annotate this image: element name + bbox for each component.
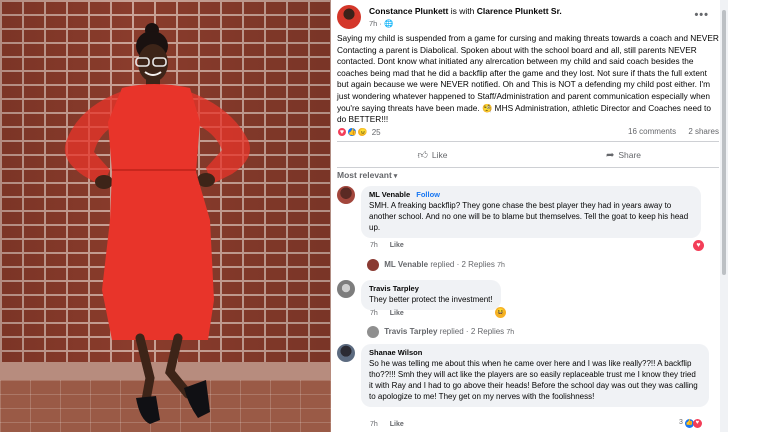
- angry-reaction-icon: 😠: [357, 127, 368, 137]
- comment-text: They better protect the investment!: [369, 295, 493, 304]
- author-avatar[interactable]: [337, 5, 361, 29]
- commenter-avatar[interactable]: [337, 344, 355, 362]
- comment-actions: 7h Like: [370, 310, 404, 317]
- commenter-name[interactable]: Travis Tarpley: [369, 284, 493, 293]
- comment-time[interactable]: 7h: [370, 242, 378, 249]
- post-time[interactable]: 7h: [369, 19, 377, 28]
- comment-text: SMH. A freaking backflip? They gone chas…: [369, 201, 689, 232]
- reaction-count: 25: [371, 127, 381, 137]
- more-options-icon[interactable]: •••: [694, 9, 709, 21]
- comment-time[interactable]: 7h: [370, 310, 378, 317]
- comment-actions: 7h Like: [370, 242, 404, 249]
- commenter-avatar[interactable]: [337, 186, 355, 204]
- commenter-avatar[interactable]: [337, 280, 355, 298]
- globe-icon: 🌐: [384, 19, 394, 28]
- comment-time[interactable]: 7h: [370, 421, 378, 428]
- follow-link[interactable]: Follow: [416, 190, 440, 199]
- comment-bubble: Shanae Wilson So he was telling me about…: [361, 344, 709, 407]
- view-replies-link[interactable]: Travis Tarpley replied · 2 Replies 7h: [367, 326, 514, 338]
- shares-count-link[interactable]: 2 shares: [688, 127, 719, 136]
- post-meta: 7h · 🌐: [369, 19, 394, 28]
- view-replies-link[interactable]: ML Venable replied · 2 Replies 7h: [367, 259, 505, 271]
- thumbs-up-icon: 👍︎: [417, 150, 428, 161]
- share-button[interactable]: ➦ Share: [528, 144, 719, 166]
- like-button[interactable]: 👍︎ Like: [337, 144, 528, 166]
- comment-actions: 7h Like: [370, 421, 404, 428]
- like-reaction-icon: 👍: [347, 127, 358, 137]
- author-name[interactable]: Constance Plunkett: [369, 6, 448, 16]
- post-header: Constance Plunkett is with Clarence Plun…: [337, 5, 717, 31]
- tagged-name[interactable]: Clarence Plunkett Sr.: [477, 6, 562, 16]
- chevron-down-icon: ▾: [393, 173, 398, 180]
- love-reaction-icon: ♥: [693, 240, 704, 251]
- commenter-name[interactable]: Shanae Wilson: [369, 348, 701, 357]
- reply-avatar: [367, 326, 379, 338]
- post-photo[interactable]: [0, 0, 331, 432]
- comment: Shanae Wilson So he was telling me about…: [337, 344, 719, 432]
- share-arrow-icon: ➦: [605, 150, 615, 161]
- comment-like-link[interactable]: Like: [390, 242, 404, 249]
- facebook-post: Constance Plunkett is with Clarence Plun…: [331, 0, 720, 432]
- divider: [337, 141, 719, 142]
- post-body: Saying my child is suspended from a game…: [337, 33, 719, 125]
- scrollbar-thumb[interactable]: [722, 10, 726, 275]
- comment: ML Venable Follow SMH. A freaking backfl…: [337, 186, 719, 276]
- post-actions: 👍︎ Like ➦ Share: [337, 144, 719, 166]
- comment-bubble: ML Venable Follow SMH. A freaking backfl…: [361, 186, 701, 238]
- love-reaction-icon: ♥: [692, 419, 702, 428]
- comment: Travis Tarpley They better protect the i…: [337, 280, 719, 340]
- scrollbar[interactable]: [720, 0, 728, 432]
- love-reaction-icon: ♥: [337, 127, 347, 137]
- laugh-reaction-icon: 😆: [495, 307, 506, 318]
- comments-count-link[interactable]: 16 comments: [628, 127, 676, 136]
- comment-like-link[interactable]: Like: [390, 421, 404, 428]
- commenter-name[interactable]: ML Venable: [369, 190, 410, 199]
- comment-sort-dropdown[interactable]: Most relevant ▾: [337, 170, 397, 180]
- comment-reaction-count: 3: [679, 419, 683, 426]
- comment-reactions[interactable]: 3 👍 ♥: [679, 419, 702, 428]
- divider: [337, 167, 719, 168]
- reply-avatar: [367, 259, 379, 271]
- woman-in-red-dress-figure: [64, 23, 250, 424]
- with-text: is with: [450, 6, 475, 16]
- comment-like-link[interactable]: Like: [390, 310, 404, 317]
- comment-text: So he was telling me about this when he …: [369, 359, 698, 401]
- reaction-summary[interactable]: ♥ 👍 😠 25 16 comments 2 shares: [337, 127, 720, 139]
- post-author-line: Constance Plunkett is with Clarence Plun…: [369, 6, 562, 16]
- comment-bubble: Travis Tarpley They better protect the i…: [361, 280, 501, 310]
